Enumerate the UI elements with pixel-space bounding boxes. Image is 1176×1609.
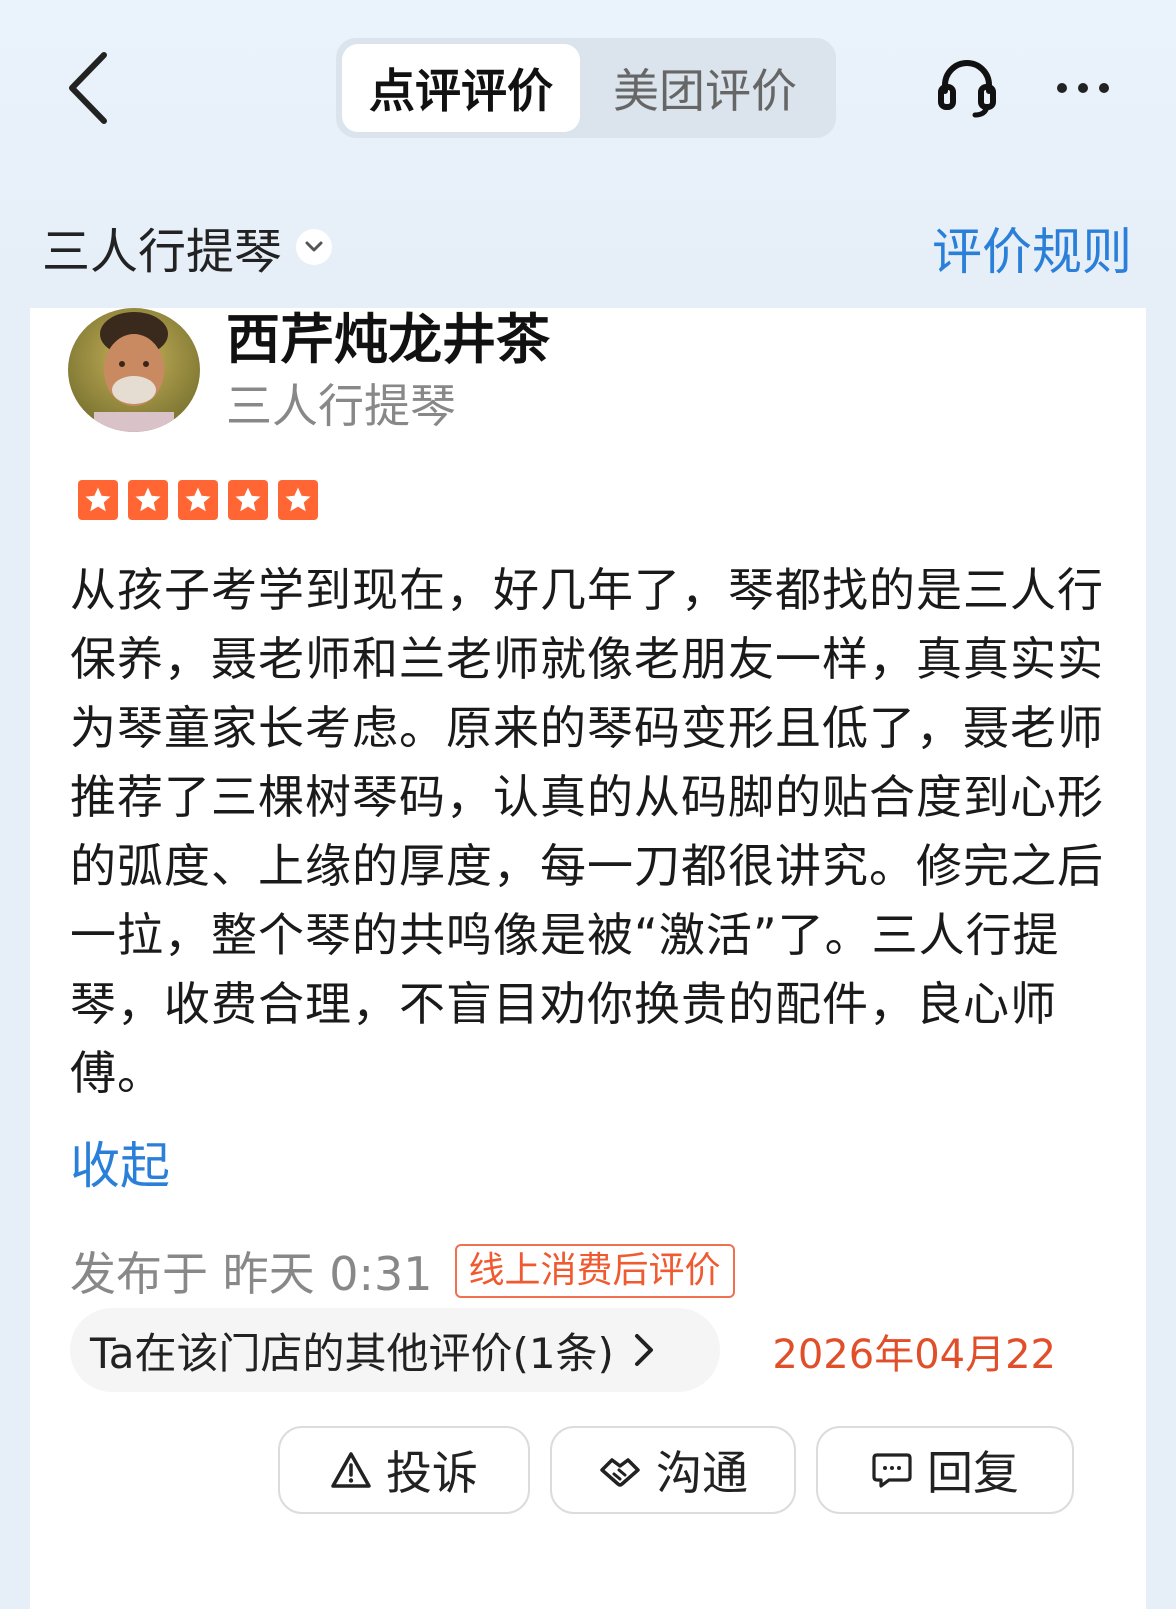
complain-label: 投诉 [386, 1446, 478, 1500]
handshake-icon [598, 1452, 642, 1488]
chevron-right-icon [634, 1333, 654, 1367]
chevron-down-icon [296, 229, 333, 265]
chevron-left-icon [69, 52, 107, 124]
other-reviews-label: Ta在该门店的其他评价(1条) [90, 1328, 614, 1378]
star-rating [78, 480, 328, 520]
shop-name: 三人行提琴 [42, 224, 283, 280]
back-button[interactable] [56, 48, 120, 128]
publish-time: 发布于 昨天 0:31 [70, 1247, 433, 1301]
review-body: 从孩子考学到现在，好几年了，琴都找的是三人行保养，聂老师和兰老师就像老朋友一样，… [70, 563, 1104, 1100]
reviewer-name[interactable]: 西芹炖龙井茶 [226, 308, 550, 372]
communicate-label: 沟通 [656, 1446, 748, 1500]
review-date: 2026年04月22 [772, 1332, 1056, 1378]
warning-icon [330, 1451, 372, 1489]
star-icon [78, 480, 118, 520]
status-badge: 线上消费后评价 [454, 1244, 735, 1298]
reply-button[interactable]: 回复 [816, 1426, 1074, 1514]
more-dots-icon [1057, 83, 1109, 93]
avatar[interactable] [68, 308, 200, 432]
review-card: 西芹炖龙井茶 三人行提琴 从孩子考学到现在，好几年了，琴都找的是三人行保养，聂老… [30, 308, 1146, 1609]
collapse-link[interactable]: 收起 [70, 1126, 170, 1198]
review-source-tabs: 点评评价 美团评价 [336, 38, 836, 138]
tab-meituan-reviews[interactable]: 美团评价 [580, 44, 830, 132]
tab-dianping-reviews[interactable]: 点评评价 [342, 44, 580, 132]
star-icon [128, 480, 168, 520]
customer-support-button[interactable] [932, 52, 1002, 122]
more-button[interactable] [1052, 60, 1114, 116]
comment-icon [871, 1451, 913, 1489]
headset-icon [938, 60, 996, 118]
communicate-button[interactable]: 沟通 [550, 1426, 796, 1514]
star-icon [278, 480, 318, 520]
shop-selector[interactable]: 三人行提琴 [42, 212, 333, 282]
complain-button[interactable]: 投诉 [278, 1426, 530, 1514]
publish-info: 发布于 昨天 0:31 线上消费后评价 [70, 1238, 735, 1304]
action-bar: 投诉 沟通 回复 [278, 1426, 1074, 1514]
star-icon [178, 480, 218, 520]
review-rules-link[interactable]: 评价规则 [932, 212, 1132, 284]
reviewer-shop-name: 三人行提琴 [226, 379, 456, 433]
reply-label: 回复 [927, 1446, 1019, 1500]
star-icon [228, 480, 268, 520]
other-reviews-link[interactable]: Ta在该门店的其他评价(1条) [70, 1308, 720, 1392]
